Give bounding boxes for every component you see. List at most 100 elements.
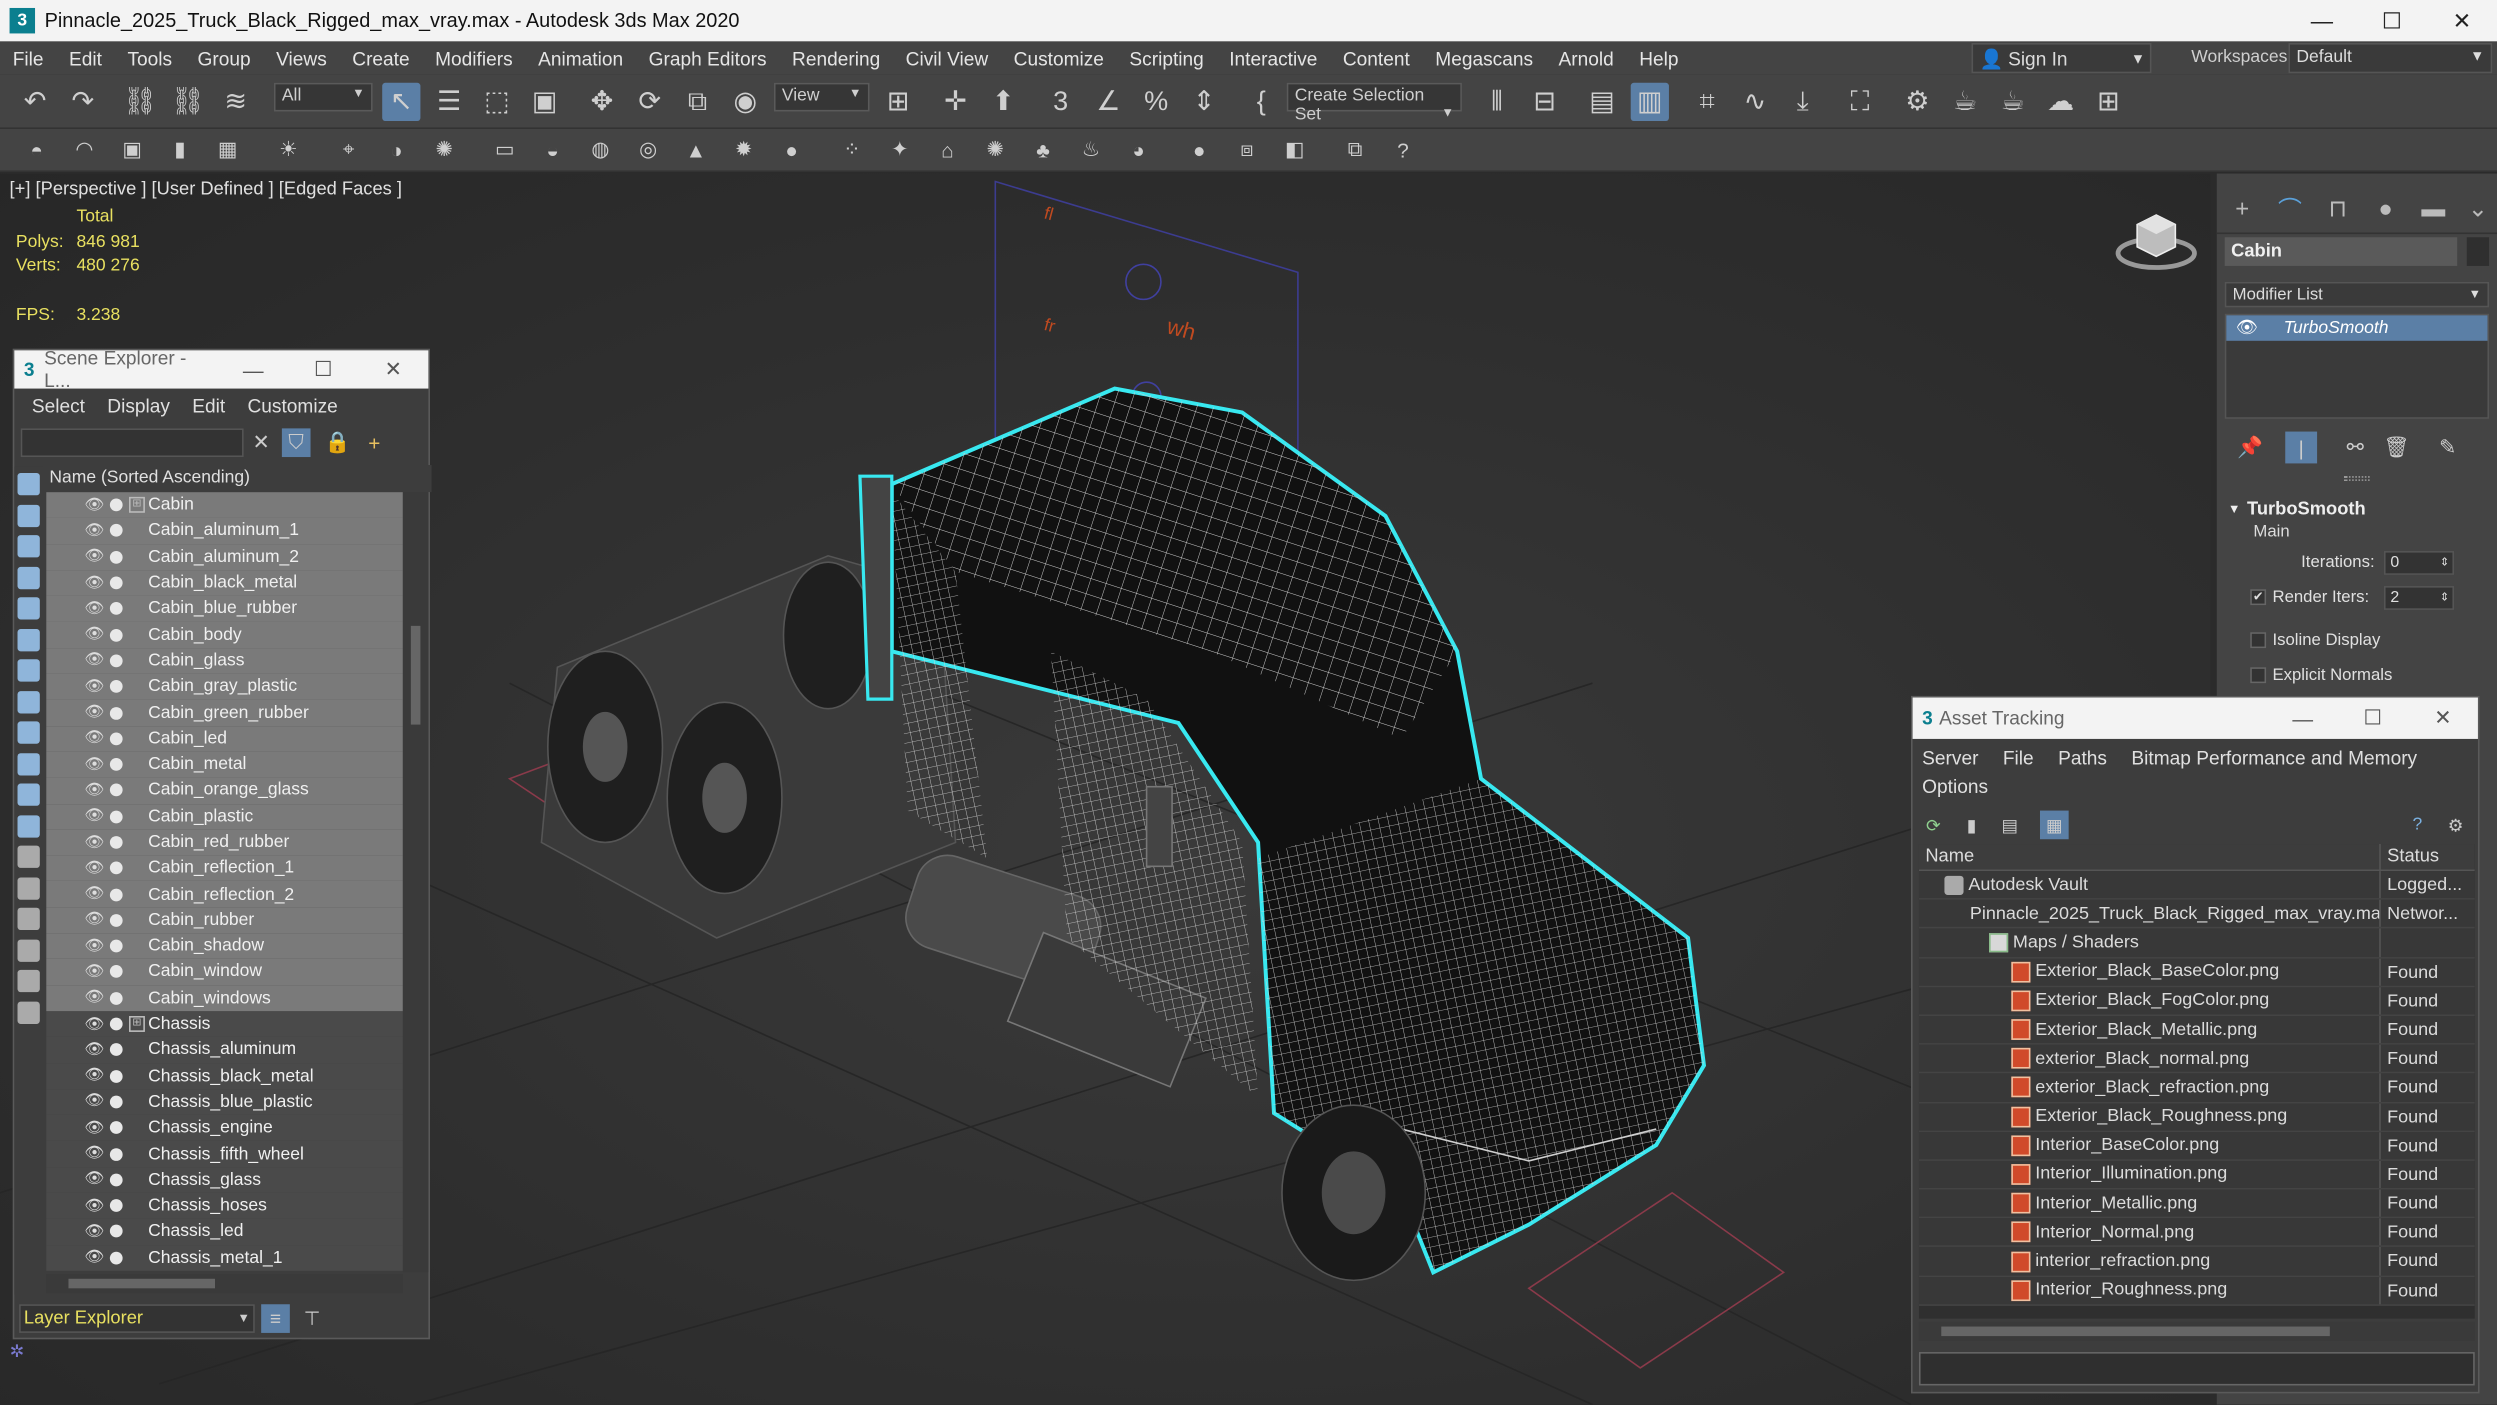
at-menu-bitmap-performance[interactable]: Bitmap Performance and Memory xyxy=(2131,747,2417,769)
menu-animation[interactable]: Animation xyxy=(525,47,635,69)
eye-icon[interactable]: 👁 xyxy=(84,704,106,722)
name-column-header[interactable]: Name (Sorted Ascending) xyxy=(46,465,432,493)
asset-row[interactable]: Interior_Roughness.png Found xyxy=(1918,1276,2475,1306)
uv-icon[interactable]: ⧈ xyxy=(1233,135,1262,164)
scene-object-row[interactable]: 👁 Chassis_blue_plastic xyxy=(46,1088,403,1115)
pivot-center-icon[interactable]: ⊞ xyxy=(879,83,917,121)
asset-row[interactable]: Interior_Illumination.png Found xyxy=(1918,1160,2475,1190)
render-iterative-icon[interactable]: ☕ xyxy=(1994,83,2032,121)
selection-filter-select[interactable]: All ▼ xyxy=(273,82,373,112)
menu-rendering[interactable]: Rendering xyxy=(779,47,893,69)
scene-object-row[interactable]: 👁 Cabin_gray_plastic xyxy=(46,673,403,700)
object-color-swatch[interactable] xyxy=(2466,237,2490,266)
asset-path-field[interactable] xyxy=(1918,1352,2475,1386)
eye-icon[interactable]: 👁 xyxy=(84,730,106,748)
select-object-icon[interactable]: ↖ xyxy=(382,82,421,122)
renderable-icon[interactable] xyxy=(109,1251,123,1265)
isoline-display-checkbox[interactable] xyxy=(2250,632,2267,649)
display-bones-icon[interactable] xyxy=(17,721,40,744)
scene-object-row[interactable]: 👁 Cabin_plastic xyxy=(46,803,403,830)
renderable-icon[interactable] xyxy=(109,965,123,979)
clear-search-icon[interactable]: ✕ xyxy=(247,428,276,457)
renderable-icon[interactable] xyxy=(109,1173,123,1187)
scale-icon[interactable]: ⧉ xyxy=(678,83,716,121)
menu-tools[interactable]: Tools xyxy=(115,47,185,69)
eye-icon[interactable]: 👁 xyxy=(84,912,106,930)
menu-help[interactable]: Help xyxy=(1626,47,1691,69)
eye-icon[interactable]: 👁 xyxy=(84,860,106,878)
renderable-icon[interactable] xyxy=(109,550,123,564)
curve-editor-icon[interactable]: ⌗ xyxy=(1688,83,1726,121)
renderable-icon[interactable] xyxy=(109,991,123,1005)
scene-object-row[interactable]: 👁 Chassis_glass xyxy=(46,1166,403,1193)
scene-object-row[interactable]: 👁 Cabin_window xyxy=(46,959,403,986)
rotate-icon[interactable]: ⟳ xyxy=(631,83,669,121)
renderable-icon[interactable] xyxy=(109,602,123,616)
scene-object-row[interactable]: 👁 Chassis_engine xyxy=(46,1114,403,1141)
scene-object-row[interactable]: 👁 Cabin_reflection_2 xyxy=(46,881,403,908)
spinner-arrows-icon[interactable]: ⇕ xyxy=(2440,553,2449,574)
scene-object-row[interactable]: 👁 Cabin_rubber xyxy=(46,907,403,934)
menu-file[interactable]: File xyxy=(0,47,56,69)
teapot-icon[interactable]: ◓ xyxy=(22,135,51,164)
hierarchy-toggle-icon[interactable]: ⊤ xyxy=(298,1304,327,1333)
eye-icon[interactable]: 👁 xyxy=(84,1067,106,1085)
eye-icon[interactable]: 👁 xyxy=(84,548,106,566)
se-menu-display[interactable]: Display xyxy=(96,395,181,417)
eye-icon[interactable]: 👁 xyxy=(84,963,106,981)
scene-object-row[interactable]: 👁 Cabin_windows xyxy=(46,985,403,1012)
grid-object-icon[interactable]: ▦ xyxy=(213,135,242,164)
scene-object-row[interactable]: 👁 Cabin_aluminum_1 xyxy=(46,518,403,544)
iterations-spinner[interactable]: 0 ⇕ xyxy=(2383,551,2455,575)
window-crossing-icon[interactable]: ▣ xyxy=(526,83,564,121)
eye-icon[interactable]: 👁 xyxy=(84,782,106,800)
align-icon[interactable]: ⊟ xyxy=(1526,83,1564,121)
modify-tab-icon[interactable]: ⌒ xyxy=(2274,193,2306,225)
render-production-icon[interactable]: ☕ xyxy=(1946,83,1984,121)
move-icon[interactable]: ✥ xyxy=(583,83,621,121)
scene-explorer-toggle-icon[interactable]: ▥ xyxy=(1630,82,1669,122)
scene-object-row[interactable]: 👁 Cabin_shadow xyxy=(46,933,403,960)
layer-explorer-select[interactable]: Layer Explorer ▼ xyxy=(19,1304,255,1333)
layer-explorer-icon[interactable]: ▤ xyxy=(1583,83,1621,121)
helper-icon[interactable]: ◑ xyxy=(382,135,411,164)
panel-divider[interactable] xyxy=(2344,476,2370,481)
renderable-icon[interactable] xyxy=(109,576,123,590)
eye-icon[interactable]: 👁 xyxy=(84,937,106,955)
layers-toggle-icon[interactable]: ≡ xyxy=(261,1304,290,1333)
rectangular-selection-icon[interactable]: ⬚ xyxy=(478,83,516,121)
fx-icon[interactable]: ✦ xyxy=(885,135,914,164)
asset-row[interactable]: Interior_BaseColor.png Found xyxy=(1918,1131,2475,1161)
display-hidden-icon[interactable] xyxy=(17,814,40,837)
menu-megascans[interactable]: Megascans xyxy=(1423,47,1546,69)
scene-object-row[interactable]: 👁 Cabin_black_metal xyxy=(46,569,403,596)
menu-civil-view[interactable]: Civil View xyxy=(893,47,1001,69)
renderable-icon[interactable] xyxy=(109,628,123,642)
asset-row[interactable]: interior_refraction.png Found xyxy=(1918,1247,2475,1277)
keyboard-shortcut-override-icon[interactable]: ⬆ xyxy=(984,83,1022,121)
eye-icon[interactable]: 👁 xyxy=(84,808,106,826)
renderable-icon[interactable] xyxy=(109,1199,123,1213)
eye-icon[interactable]: 👁 xyxy=(84,678,106,696)
scene-explorer-close-button[interactable]: ✕ xyxy=(358,357,428,382)
asset-row[interactable]: Exterior_Black_Roughness.png Found xyxy=(1918,1102,2475,1132)
display-groups-icon[interactable] xyxy=(17,659,40,682)
menu-graph-editors[interactable]: Graph Editors xyxy=(636,47,779,69)
undo-icon[interactable]: ↶ xyxy=(16,83,54,121)
menu-content[interactable]: Content xyxy=(1330,47,1422,69)
render-iters-checkbox[interactable]: ✔ xyxy=(2250,589,2267,606)
workspaces-select[interactable]: Default ▼ xyxy=(2288,42,2493,74)
scene-object-row[interactable]: 👁 Chassis_black_metal xyxy=(46,1063,403,1089)
se-menu-edit[interactable]: Edit xyxy=(181,395,236,417)
bind-space-warp-icon[interactable]: ≋ xyxy=(217,83,255,121)
sign-in-button[interactable]: 👤 Sign In ▼ xyxy=(1971,42,2152,74)
settings-icon[interactable]: ⚙ xyxy=(2441,811,2470,840)
eye-icon[interactable]: 👁 xyxy=(84,1171,106,1189)
unlink-icon[interactable]: ⛓ xyxy=(169,83,207,121)
scrollbar-thumb[interactable] xyxy=(410,625,421,725)
eye-icon[interactable]: 👁 xyxy=(84,652,106,670)
dome-icon[interactable]: ◒ xyxy=(538,135,567,164)
eye-icon[interactable]: 👁 xyxy=(84,496,106,514)
layers-icon[interactable]: ⧉ xyxy=(1341,135,1370,164)
eye-icon[interactable]: 👁 xyxy=(84,989,106,1007)
